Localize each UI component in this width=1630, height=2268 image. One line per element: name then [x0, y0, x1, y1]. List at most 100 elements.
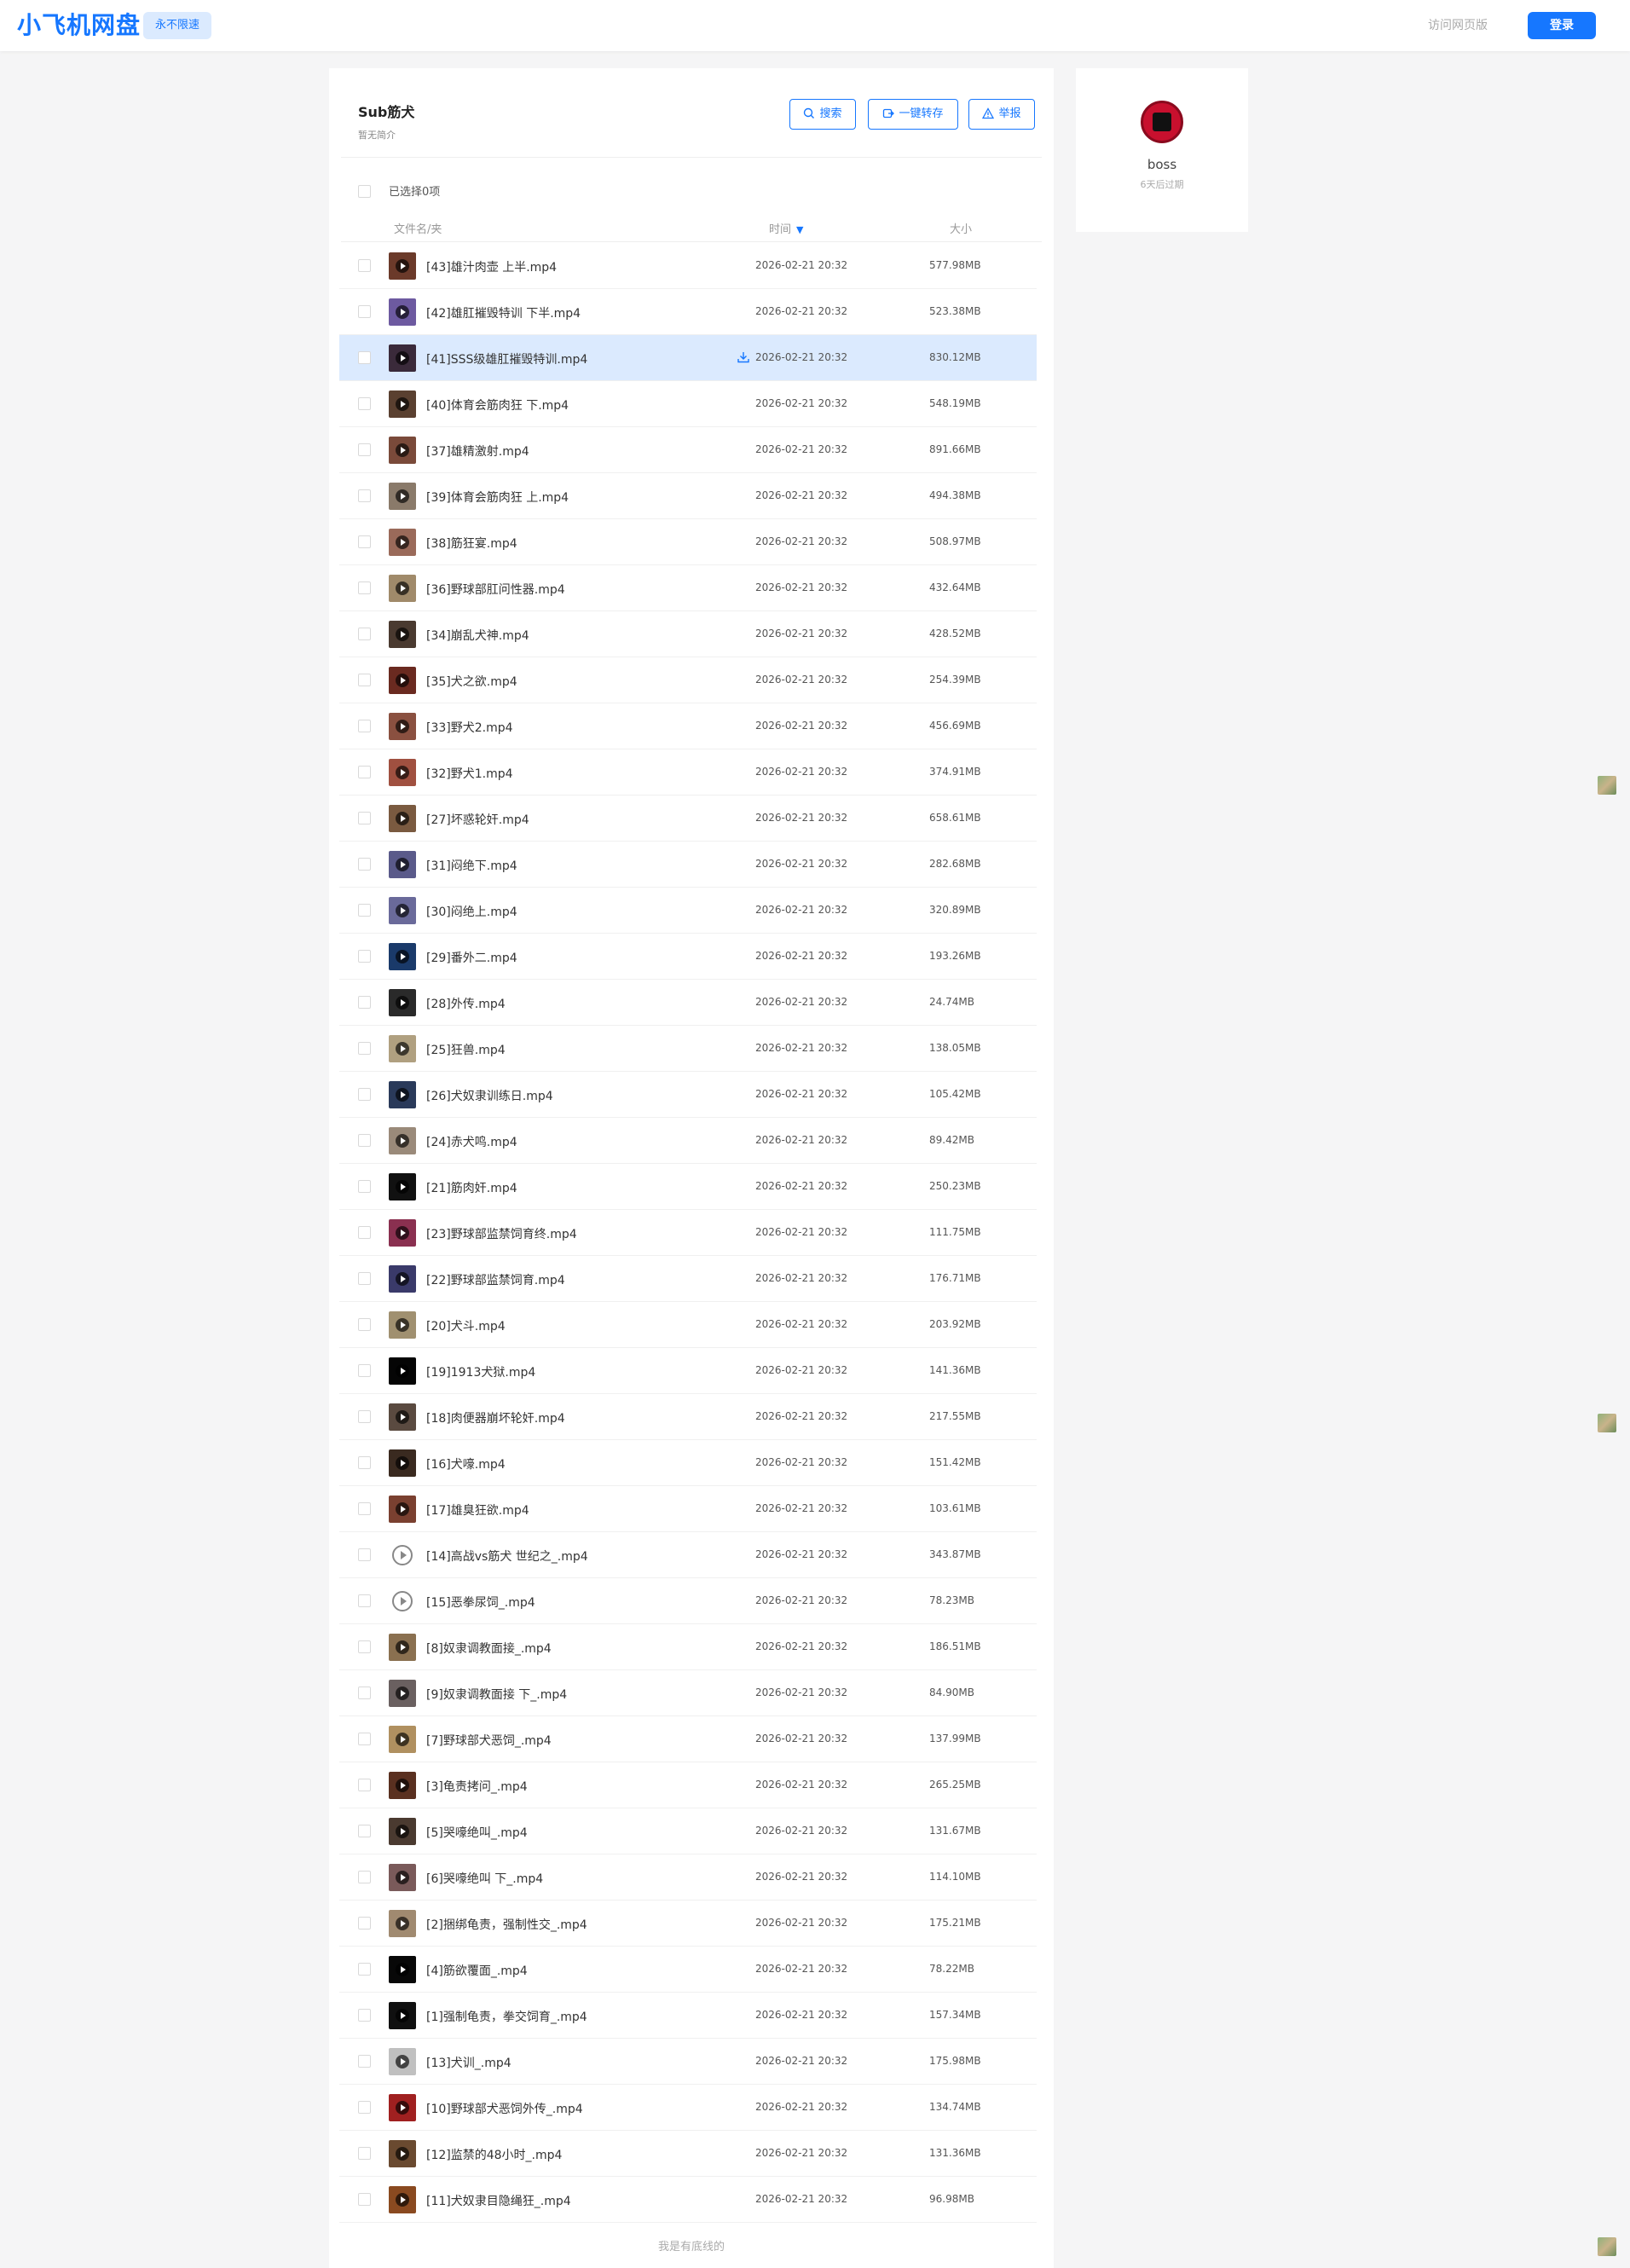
row-checkbox[interactable]	[358, 1594, 371, 1607]
avatar[interactable]	[1141, 101, 1183, 143]
file-row[interactable]: [9]奴隶调教面接 下_.mp4 2026-02-21 20:32 84.90MB	[339, 1670, 1037, 1716]
row-checkbox[interactable]	[358, 720, 371, 732]
row-checkbox[interactable]	[358, 443, 371, 456]
video-thumbnail[interactable]	[389, 759, 416, 786]
file-row[interactable]: [11]犬奴隶目隐绳狂_.mp4 2026-02-21 20:32 96.98MB	[339, 2177, 1037, 2223]
file-row[interactable]: [34]崩乱犬神.mp4 2026-02-21 20:32 428.52MB	[339, 611, 1037, 657]
row-checkbox[interactable]	[358, 1917, 371, 1930]
row-checkbox[interactable]	[358, 904, 371, 917]
row-checkbox[interactable]	[358, 1226, 371, 1239]
video-thumbnail[interactable]	[389, 437, 416, 464]
row-checkbox[interactable]	[358, 1272, 371, 1285]
floating-image-icon[interactable]	[1598, 776, 1616, 795]
file-row[interactable]: [23]野球部监禁饲育终.mp4 2026-02-21 20:32 111.75MB	[339, 1210, 1037, 1256]
row-checkbox[interactable]	[358, 2009, 371, 2022]
file-row[interactable]: [21]筋肉奸.mp4 2026-02-21 20:32 250.23MB	[339, 1164, 1037, 1210]
file-name[interactable]: [39]体育会筋肉狂 上.mp4	[426, 489, 569, 506]
file-row[interactable]: [20]犬斗.mp4 2026-02-21 20:32 203.92MB	[339, 1302, 1037, 1348]
file-row[interactable]: [37]雄精激射.mp4 2026-02-21 20:32 891.66MB	[339, 427, 1037, 473]
video-thumbnail[interactable]	[389, 1726, 416, 1753]
row-checkbox[interactable]	[358, 950, 371, 963]
row-checkbox[interactable]	[358, 1548, 371, 1561]
file-name[interactable]: [14]高战vs筋犬 世纪之_.mp4	[426, 1548, 588, 1565]
row-checkbox[interactable]	[358, 259, 371, 272]
floating-image-icon[interactable]	[1598, 2237, 1616, 2256]
file-row[interactable]: [39]体育会筋肉狂 上.mp4 2026-02-21 20:32 494.38MB	[339, 473, 1037, 519]
file-name[interactable]: [42]雄肛摧毁特训 下半.mp4	[426, 304, 581, 321]
login-button[interactable]: 登录	[1528, 12, 1596, 39]
column-time[interactable]: 时间 ▼	[769, 220, 803, 236]
save-all-button[interactable]: 一键转存	[868, 99, 958, 130]
video-thumbnail[interactable]	[389, 1449, 416, 1477]
file-row[interactable]: [27]坏惑轮奸.mp4 2026-02-21 20:32 658.61MB	[339, 796, 1037, 842]
video-thumbnail[interactable]	[389, 1035, 416, 1062]
file-name[interactable]: [3]龟责拷问_.mp4	[426, 1778, 528, 1795]
row-checkbox[interactable]	[358, 628, 371, 640]
file-row[interactable]: [5]哭嚎绝叫_.mp4 2026-02-21 20:32 131.67MB	[339, 1808, 1037, 1854]
row-checkbox[interactable]	[358, 1042, 371, 1055]
row-checkbox[interactable]	[358, 812, 371, 824]
video-thumbnail[interactable]	[389, 1219, 416, 1247]
file-name[interactable]: [9]奴隶调教面接 下_.mp4	[426, 1686, 567, 1703]
file-name[interactable]: [21]筋肉奸.mp4	[426, 1179, 517, 1196]
video-thumbnail[interactable]	[389, 1081, 416, 1108]
video-thumbnail[interactable]	[389, 1496, 416, 1523]
file-name[interactable]: [23]野球部监禁饲育终.mp4	[426, 1225, 577, 1242]
row-checkbox[interactable]	[358, 1871, 371, 1883]
row-checkbox[interactable]	[358, 535, 371, 548]
column-size[interactable]: 大小	[950, 220, 972, 236]
file-name[interactable]: [1]强制龟责，拳交饲育_.mp4	[426, 2008, 587, 2025]
file-row[interactable]: [30]闷绝上.mp4 2026-02-21 20:32 320.89MB	[339, 888, 1037, 934]
download-icon[interactable]	[737, 350, 750, 367]
row-checkbox[interactable]	[358, 1088, 371, 1101]
video-thumbnail[interactable]	[389, 989, 416, 1016]
video-thumbnail[interactable]	[389, 1588, 416, 1615]
file-name[interactable]: [11]犬奴隶目隐绳狂_.mp4	[426, 2192, 571, 2209]
file-name[interactable]: [4]筋欲覆面_.mp4	[426, 1962, 528, 1979]
video-thumbnail[interactable]	[389, 713, 416, 740]
row-checkbox[interactable]	[358, 351, 371, 364]
video-thumbnail[interactable]	[389, 1173, 416, 1201]
file-name[interactable]: [32]野犬1.mp4	[426, 765, 513, 782]
row-checkbox[interactable]	[358, 858, 371, 871]
file-row[interactable]: [26]犬奴隶训练日.mp4 2026-02-21 20:32 105.42MB	[339, 1072, 1037, 1118]
file-row[interactable]: [42]雄肛摧毁特训 下半.mp4 2026-02-21 20:32 523.38M…	[339, 289, 1037, 335]
video-thumbnail[interactable]	[389, 1956, 416, 1983]
file-row[interactable]: [16]犬嚎.mp4 2026-02-21 20:32 151.42MB	[339, 1440, 1037, 1486]
file-name[interactable]: [5]哭嚎绝叫_.mp4	[426, 1824, 528, 1841]
file-name[interactable]: [12]监禁的48小时_.mp4	[426, 2146, 562, 2163]
web-version-link[interactable]: 访问网页版	[1415, 14, 1500, 38]
file-name[interactable]: [24]赤犬鸣.mp4	[426, 1133, 517, 1150]
row-checkbox[interactable]	[358, 489, 371, 502]
file-row[interactable]: [19]1913犬狱.mp4 2026-02-21 20:32 141.36MB	[339, 1348, 1037, 1394]
file-row[interactable]: [28]外传.mp4 2026-02-21 20:32 24.74MB	[339, 980, 1037, 1026]
floating-image-icon[interactable]	[1598, 1414, 1616, 1432]
row-checkbox[interactable]	[358, 1779, 371, 1791]
file-name[interactable]: [43]雄汁肉壶 上半.mp4	[426, 258, 557, 275]
file-name[interactable]: [36]野球部肛问性器.mp4	[426, 581, 565, 598]
row-checkbox[interactable]	[358, 1687, 371, 1699]
file-name[interactable]: [33]野犬2.mp4	[426, 719, 513, 736]
row-checkbox[interactable]	[358, 1410, 371, 1423]
row-checkbox[interactable]	[358, 2193, 371, 2206]
row-checkbox[interactable]	[358, 1456, 371, 1469]
file-row[interactable]: [12]监禁的48小时_.mp4 2026-02-21 20:32 131.36MB	[339, 2131, 1037, 2177]
select-all-checkbox[interactable]	[358, 185, 371, 198]
site-logo[interactable]: 小飞机网盘	[17, 10, 141, 41]
file-row[interactable]: [6]哭嚎绝叫 下_.mp4 2026-02-21 20:32 114.10MB	[339, 1854, 1037, 1901]
file-name[interactable]: [29]番外二.mp4	[426, 949, 517, 966]
search-button[interactable]: 搜索	[789, 99, 856, 130]
file-row[interactable]: [22]野球部监禁饲育.mp4 2026-02-21 20:32 176.71MB	[339, 1256, 1037, 1302]
row-checkbox[interactable]	[358, 2101, 371, 2114]
file-row[interactable]: [40]体育会筋肉狂 下.mp4 2026-02-21 20:32 548.19MB	[339, 381, 1037, 427]
video-thumbnail[interactable]	[389, 2186, 416, 2213]
row-checkbox[interactable]	[358, 1502, 371, 1515]
row-checkbox[interactable]	[358, 581, 371, 594]
file-row[interactable]: [14]高战vs筋犬 世纪之_.mp4 2026-02-21 20:32 343.8…	[339, 1532, 1037, 1578]
file-row[interactable]: [43]雄汁肉壶 上半.mp4 2026-02-21 20:32 577.98MB	[339, 243, 1037, 289]
video-thumbnail[interactable]	[389, 1634, 416, 1661]
video-thumbnail[interactable]	[389, 391, 416, 418]
file-name[interactable]: [30]闷绝上.mp4	[426, 903, 517, 920]
sort-desc-icon[interactable]: ▼	[796, 224, 803, 235]
video-thumbnail[interactable]	[389, 851, 416, 878]
